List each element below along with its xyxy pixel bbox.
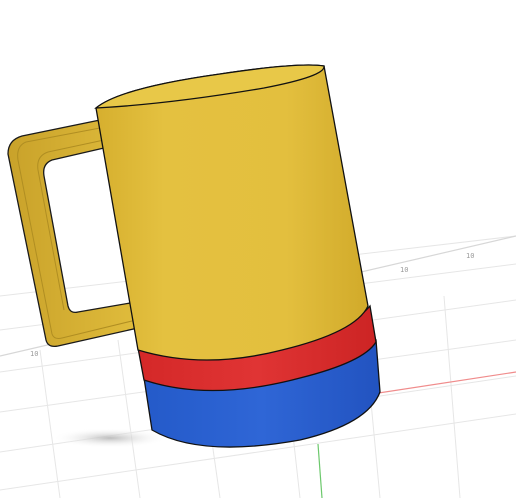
grid-label: 10 <box>400 266 408 274</box>
3d-viewport[interactable]: 10 10 10 <box>0 0 516 498</box>
mug-shadow <box>52 428 168 448</box>
mug-body[interactable] <box>94 64 369 361</box>
grid-label: 10 <box>466 252 474 260</box>
y-axis-green-line <box>317 443 323 498</box>
x-axis-red-line <box>371 371 516 395</box>
grid-label: 10 <box>30 350 38 358</box>
